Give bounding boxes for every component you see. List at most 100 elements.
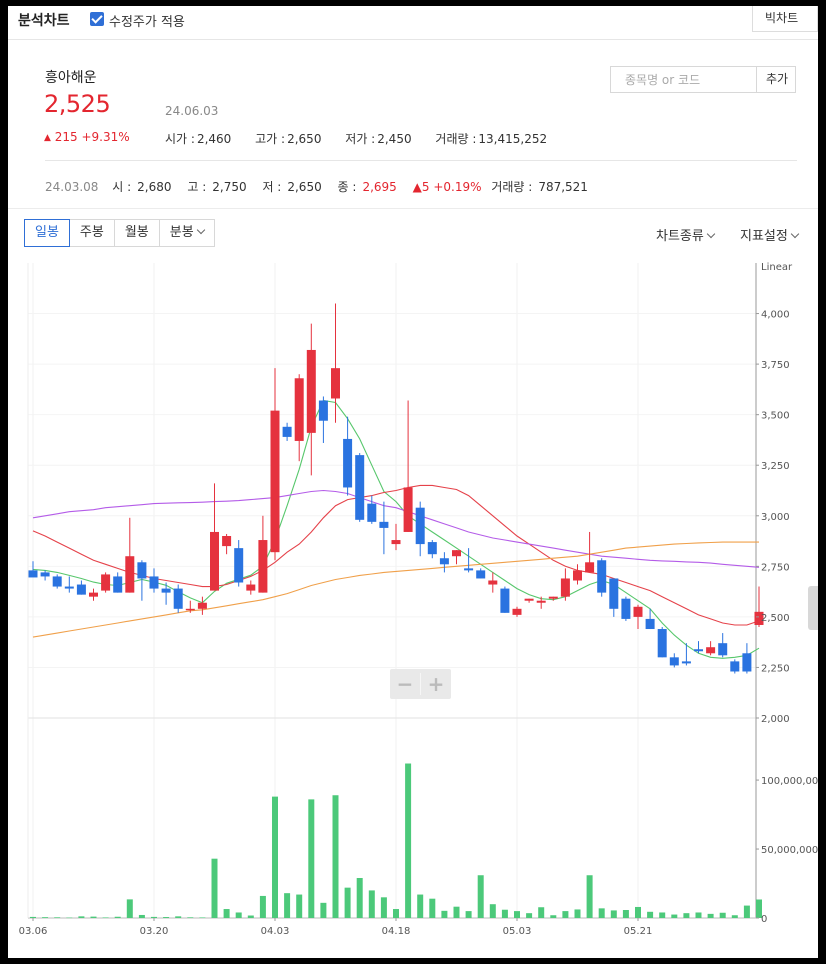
candle[interactable] <box>101 572 111 593</box>
volume-bar[interactable] <box>453 906 460 918</box>
volume-bar[interactable] <box>259 895 266 918</box>
volume-bar[interactable] <box>175 916 182 918</box>
candle[interactable] <box>524 598 534 603</box>
candle[interactable] <box>161 582 171 605</box>
volume-bar[interactable] <box>54 917 61 918</box>
volume-bar[interactable] <box>163 917 170 918</box>
volume-bar[interactable] <box>393 909 399 918</box>
volume-bar[interactable] <box>235 912 242 918</box>
candle[interactable] <box>585 531 595 573</box>
volume-bar[interactable] <box>368 890 375 918</box>
volume-bar[interactable] <box>683 913 690 918</box>
volume-bar[interactable] <box>465 911 472 918</box>
candle[interactable] <box>512 606 522 617</box>
volume-bar[interactable] <box>501 909 508 918</box>
volume-bar[interactable] <box>320 902 327 918</box>
volume-bar[interactable] <box>30 916 36 918</box>
volume-bar[interactable] <box>622 910 629 918</box>
candle[interactable] <box>621 596 631 621</box>
volume-bar[interactable] <box>586 875 593 918</box>
volume-bar[interactable] <box>296 894 303 918</box>
candle[interactable] <box>113 572 123 593</box>
volume-bar[interactable] <box>332 795 339 918</box>
candle[interactable] <box>210 483 219 591</box>
candle[interactable] <box>270 368 280 561</box>
volume-bar[interactable] <box>526 913 533 918</box>
volume-bar[interactable] <box>707 913 714 918</box>
candle[interactable] <box>730 659 740 674</box>
volume-bar[interactable] <box>308 799 315 918</box>
candle[interactable] <box>669 653 679 668</box>
volume-bar[interactable] <box>489 904 496 918</box>
volume-bar[interactable] <box>477 875 484 918</box>
volume-bar[interactable] <box>102 917 109 918</box>
candle[interactable] <box>403 400 413 532</box>
candle[interactable] <box>282 422 292 441</box>
candle[interactable] <box>367 495 377 524</box>
volume-bar[interactable] <box>598 908 605 918</box>
candle[interactable] <box>500 586 510 613</box>
candle[interactable] <box>597 558 607 597</box>
candle[interactable] <box>355 453 365 522</box>
volume-bar[interactable] <box>126 899 133 918</box>
volume-bar[interactable] <box>272 796 278 918</box>
candle[interactable] <box>343 416 353 496</box>
candle[interactable] <box>258 515 268 593</box>
volume-bar[interactable] <box>66 917 73 919</box>
candle[interactable] <box>609 578 619 617</box>
candle[interactable] <box>681 643 691 666</box>
volume-bar[interactable] <box>562 911 569 918</box>
side-panel-handle[interactable] <box>808 586 818 630</box>
volume-bar[interactable] <box>344 887 351 918</box>
zoom-out-button[interactable]: − <box>397 672 414 696</box>
candle[interactable] <box>573 564 582 585</box>
candle[interactable] <box>222 533 232 555</box>
candle[interactable] <box>488 572 498 593</box>
volume-bar[interactable] <box>647 911 654 918</box>
volume-bar[interactable] <box>78 916 85 918</box>
volume-bar[interactable] <box>114 916 121 918</box>
volume-bar[interactable] <box>284 893 291 918</box>
candle[interactable] <box>718 633 728 658</box>
volume-bar[interactable] <box>719 912 726 918</box>
candle[interactable] <box>742 643 752 674</box>
candle[interactable] <box>89 588 98 601</box>
candle[interactable] <box>52 574 62 589</box>
candle[interactable] <box>427 540 437 559</box>
volume-bar[interactable] <box>743 905 750 918</box>
volume-bar[interactable] <box>429 898 436 918</box>
candle[interactable] <box>234 540 244 587</box>
candle[interactable] <box>40 570 50 581</box>
candle[interactable] <box>318 396 328 443</box>
volume-bar[interactable] <box>199 917 206 918</box>
volume-bar[interactable] <box>514 911 520 918</box>
zoom-in-button[interactable]: + <box>428 672 445 696</box>
candle[interactable] <box>476 568 486 579</box>
volume-bar[interactable] <box>441 910 448 918</box>
volume-bar[interactable] <box>151 916 157 918</box>
volume-bar[interactable] <box>731 915 738 918</box>
candle[interactable] <box>706 641 716 656</box>
candle[interactable] <box>464 548 474 573</box>
volume-bar[interactable] <box>356 878 363 918</box>
volume-bar[interactable] <box>90 916 97 918</box>
candle[interactable] <box>379 501 389 555</box>
candle[interactable] <box>306 323 316 476</box>
candle[interactable] <box>439 552 449 573</box>
volume-bar[interactable] <box>695 912 702 918</box>
volume-bar[interactable] <box>610 910 617 918</box>
volume-bar[interactable] <box>187 917 194 918</box>
candle[interactable] <box>452 550 461 565</box>
candle[interactable] <box>331 303 340 423</box>
volume-bar[interactable] <box>635 906 641 918</box>
volume-bar[interactable] <box>417 894 424 918</box>
volume-bar[interactable] <box>247 915 254 918</box>
candle[interactable] <box>64 576 74 593</box>
volume-bar[interactable] <box>138 914 145 918</box>
volume-bar[interactable] <box>550 915 557 918</box>
candle[interactable] <box>76 580 86 595</box>
volume-bar[interactable] <box>574 909 581 918</box>
candle[interactable] <box>415 501 425 557</box>
volume-bar[interactable] <box>538 907 545 918</box>
candle[interactable] <box>294 374 304 462</box>
